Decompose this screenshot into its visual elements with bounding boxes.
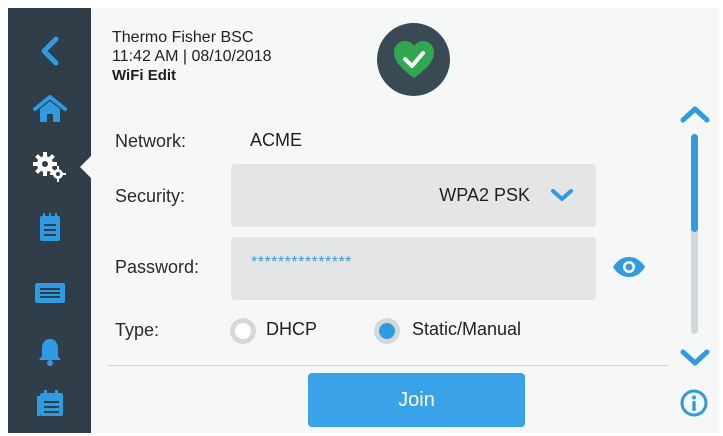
header-info: Thermo Fisher BSC 11:42 AM | 08/10/2018 …: [112, 28, 272, 85]
datetime: 11:42 AM | 08/10/2018: [112, 48, 272, 65]
sidebar-item-home[interactable]: [8, 80, 91, 138]
sidebar-item-logs[interactable]: [8, 374, 91, 432]
scroll-up-chevron-icon[interactable]: [679, 104, 711, 124]
notepad-icon: [39, 213, 60, 241]
scroll-down-chevron-icon[interactable]: [679, 348, 711, 368]
device-name: Thermo Fisher BSC: [112, 29, 254, 46]
password-label: Password:: [115, 257, 200, 277]
security-select[interactable]: WPA2 PSK: [231, 164, 596, 227]
bell-icon: [38, 339, 61, 366]
home-icon: [32, 95, 67, 122]
sidebar: [8, 8, 91, 433]
security-label: Security:: [115, 186, 186, 206]
radio-dhcp[interactable]: [230, 318, 256, 344]
scrollbar-thumb[interactable]: [691, 134, 698, 232]
network-label: Network:: [115, 131, 187, 151]
type-label: Type:: [115, 320, 160, 340]
back-arrow-icon: [41, 36, 58, 66]
divider: [108, 365, 668, 366]
chevron-down-icon: [551, 189, 573, 201]
info-icon[interactable]: [680, 389, 708, 417]
shield-check-icon: [393, 40, 434, 78]
calendar-list-icon: [36, 390, 63, 416]
display-screen-icon: [34, 283, 65, 303]
password-value: ***************: [251, 254, 352, 271]
password-field[interactable]: ***************: [231, 237, 596, 300]
radio-static-manual-label[interactable]: Static/Manual: [412, 319, 521, 340]
sidebar-item-notes[interactable]: [8, 198, 91, 256]
active-indicator: [80, 156, 91, 178]
join-button[interactable]: Join: [308, 373, 525, 427]
app-frame: Thermo Fisher BSC 11:42 AM | 08/10/2018 …: [8, 8, 719, 433]
sidebar-item-display[interactable]: [8, 264, 91, 322]
page-title: WiFi Edit: [112, 67, 177, 84]
sidebar-item-alarms[interactable]: [8, 322, 91, 380]
security-selected-value: WPA2 PSK: [439, 185, 530, 205]
status-badge: [377, 23, 450, 96]
radio-static-manual[interactable]: [374, 318, 400, 344]
radio-dhcp-label[interactable]: DHCP: [266, 319, 317, 340]
settings-gears-icon: [32, 152, 66, 182]
show-password-eye-icon[interactable]: [612, 256, 646, 278]
back-button[interactable]: [8, 22, 91, 80]
sidebar-item-settings[interactable]: [8, 138, 91, 196]
network-value: ACME: [250, 130, 303, 150]
